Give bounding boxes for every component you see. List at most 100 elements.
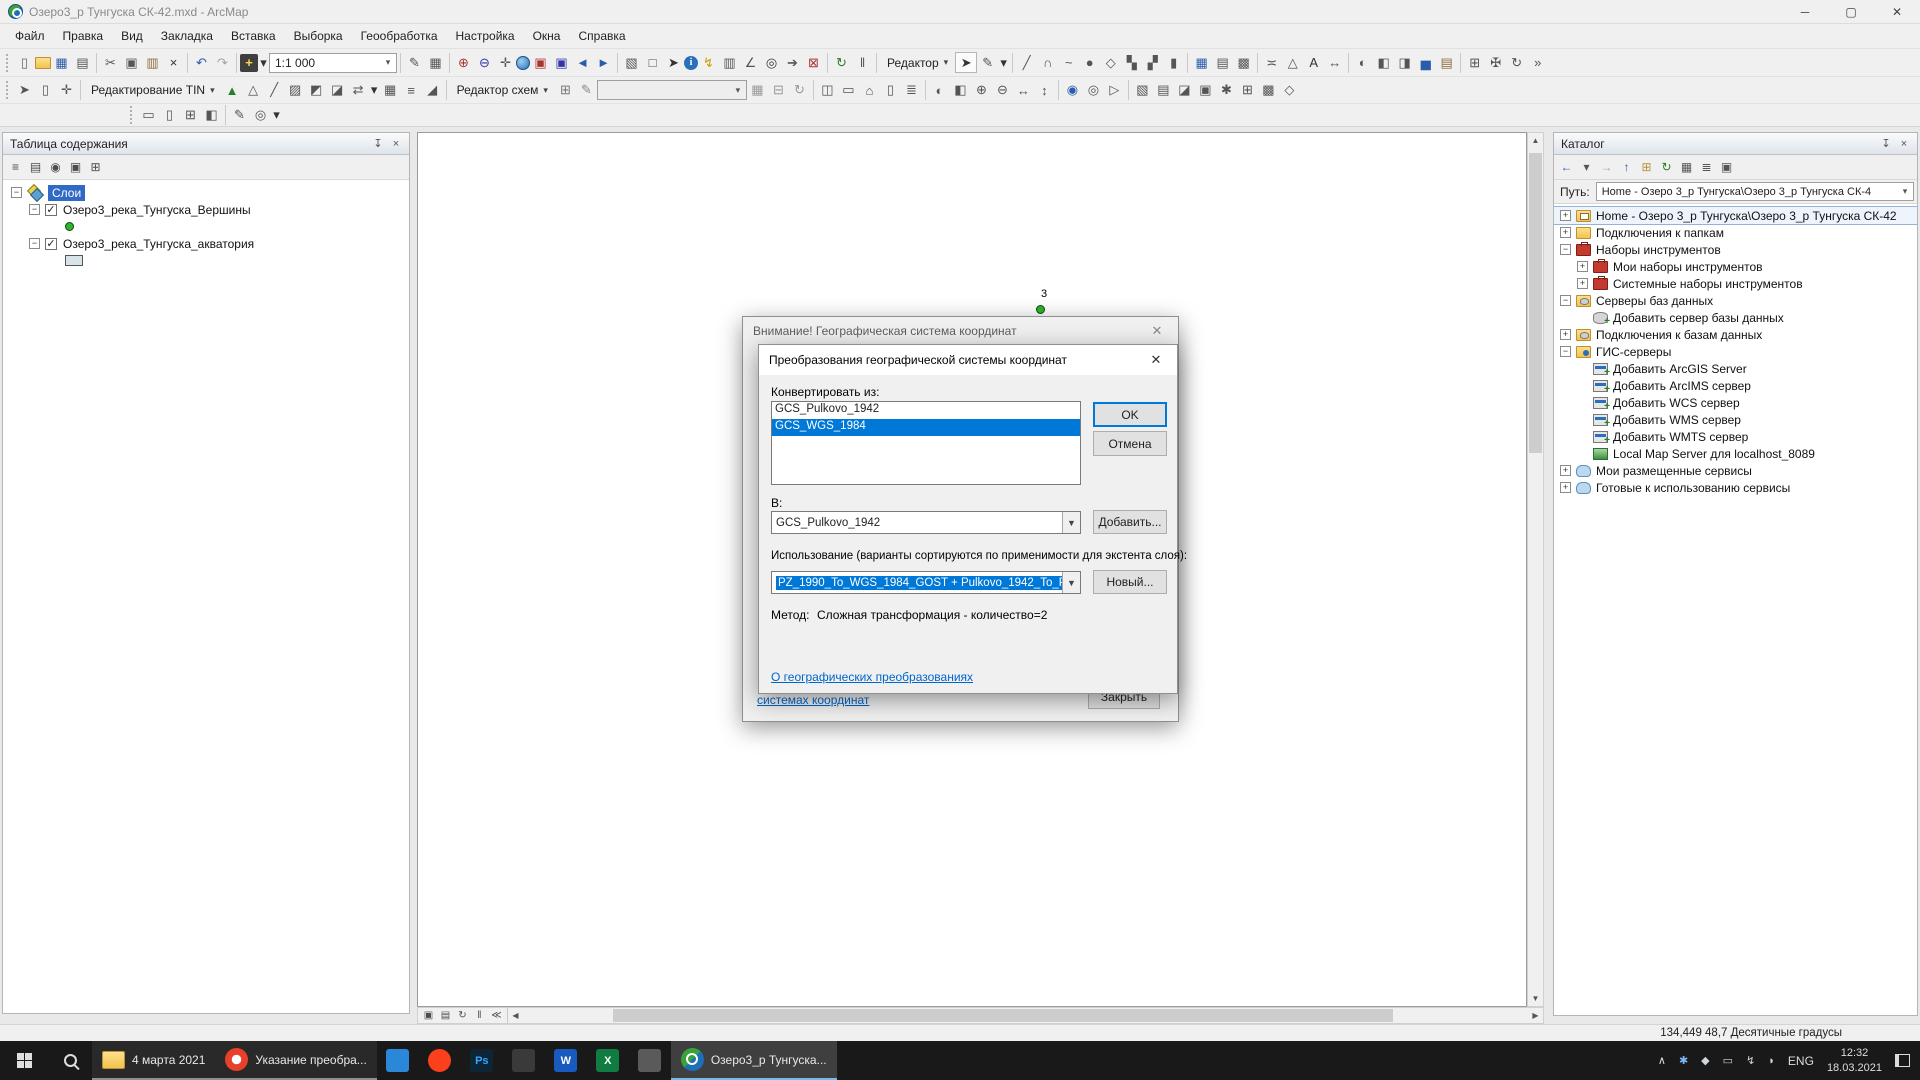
find-icon[interactable]: ◎ [761, 52, 782, 73]
pause-drawing-icon[interactable]: ‖ [852, 52, 873, 73]
split-tool-icon[interactable]: ▮ [1163, 52, 1184, 73]
fixed-zoom-out-icon[interactable]: ▣ [551, 52, 572, 73]
list-by-drawing-order-icon[interactable]: ≡ [6, 158, 25, 177]
vertical-scroll-thumb[interactable] [1529, 153, 1542, 453]
identify-icon[interactable]: i [684, 56, 698, 70]
tree-expander[interactable]: + [1560, 227, 1571, 238]
path-combo[interactable]: Home - Озеро 3_р Тунгуска\Озеро 3_р Тунг… [1596, 182, 1914, 201]
menu-вид[interactable]: Вид [112, 26, 152, 46]
reports-icon[interactable]: ▤ [1436, 52, 1457, 73]
network-analyst-1-icon[interactable]: ◉ [1062, 80, 1083, 101]
page-layout-5-icon[interactable]: ≣ [901, 80, 922, 101]
scroll-up-icon[interactable]: ▲ [1528, 133, 1543, 148]
tree-view-icon[interactable]: ≣ [1697, 158, 1716, 177]
tray-cloud[interactable]: ◆ [1701, 1054, 1709, 1067]
raster-tools-6-icon[interactable]: ↕ [1034, 80, 1055, 101]
catalog-tree-item[interactable]: +Подключения к базам данных [1554, 326, 1917, 343]
menu-вставка[interactable]: Вставка [222, 26, 285, 46]
zoom-out-icon[interactable]: ⊖ [474, 52, 495, 73]
close-icon[interactable]: ✕ [1135, 345, 1177, 375]
app-player[interactable] [503, 1041, 545, 1080]
taskbar-clock[interactable]: 12:32 18.03.2021 [1827, 1046, 1882, 1075]
network-analyst-2-icon[interactable]: ◎ [1083, 80, 1104, 101]
catalog-back-icon[interactable]: ← [1557, 158, 1576, 177]
close-icon[interactable]: ✕ [1136, 317, 1178, 345]
chevron-down-icon[interactable]: ▾ [730, 85, 746, 96]
add-data-dropdown-icon[interactable]: ▾ [258, 52, 269, 73]
sketch-dropdown-icon[interactable]: ▾ [998, 52, 1009, 73]
table-options-icon[interactable]: ▦ [425, 52, 446, 73]
overflow-more-icon[interactable]: » [1527, 52, 1548, 73]
add-button[interactable]: Добавить... [1093, 510, 1167, 534]
list-by-visibility-icon[interactable]: ◉ [46, 158, 65, 177]
scroll-down-icon[interactable]: ▼ [1528, 991, 1543, 1006]
tray-antivirus[interactable]: ✱ [1679, 1054, 1688, 1067]
search-button[interactable] [48, 1041, 92, 1080]
find-route-icon[interactable]: ➔ [782, 52, 803, 73]
edit-vertices-icon[interactable]: ◇ [1100, 52, 1121, 73]
connect-to-folder-icon[interactable]: ⊞ [1637, 158, 1656, 177]
tree-expander[interactable]: + [1577, 261, 1588, 272]
catalog-tree-item[interactable]: +Готовые к использованию сервисы [1554, 479, 1917, 496]
tray-volume[interactable]: ◗ [1768, 1055, 1775, 1067]
print-icon[interactable]: ▤ [72, 52, 93, 73]
toc-layer-row[interactable]: − ✓ Озеро3_река_Тунгуска_Вершины [3, 201, 409, 218]
arc-segment-icon[interactable]: ∩ [1037, 52, 1058, 73]
list-item-selected[interactable]: GCS_WGS_1984 [772, 419, 1080, 436]
paste-icon[interactable]: ▥ [142, 52, 163, 73]
flicker-icon[interactable]: ◨ [1394, 52, 1415, 73]
close-button[interactable]: ✕ [1874, 0, 1920, 23]
attributes-icon[interactable]: ▤ [1212, 52, 1233, 73]
language-indicator[interactable]: ENG [1788, 1054, 1814, 1068]
hyperlink-icon[interactable]: ↯ [698, 52, 719, 73]
minimize-button[interactable]: ─ [1782, 0, 1828, 23]
north-arrow-icon[interactable]: ✠ [1485, 52, 1506, 73]
tin-slope-icon[interactable]: ◢ [422, 80, 443, 101]
misc-tool-4-icon[interactable]: ▣ [1195, 80, 1216, 101]
tree-expander[interactable]: − [11, 187, 22, 198]
catalog-tree-item[interactable]: +Мои наборы инструментов [1554, 258, 1917, 275]
catalog-tree-item[interactable]: Local Map Server для localhost_8089 [1554, 445, 1917, 462]
app-notepad[interactable] [629, 1041, 671, 1080]
straight-segment-icon[interactable]: ╱ [1016, 52, 1037, 73]
list-item[interactable]: GCS_Pulkovo_1942 [772, 402, 1080, 419]
layer-checkbox[interactable]: ✓ [45, 238, 57, 250]
redo-icon[interactable]: ↷ [212, 52, 233, 73]
catalog-refresh-icon[interactable]: ↻ [1657, 158, 1676, 177]
app-word[interactable]: W [545, 1041, 587, 1080]
raster-tools-5-icon[interactable]: ↔ [1013, 80, 1034, 101]
app-mail[interactable] [377, 1041, 419, 1080]
toc-root-label[interactable]: Слои [48, 185, 85, 201]
raster-tools-2-icon[interactable]: ◧ [950, 80, 971, 101]
misc-tool-5-icon[interactable]: ✱ [1216, 80, 1237, 101]
to-combo[interactable]: GCS_Pulkovo_1942 ▼ [771, 511, 1081, 534]
tree-expander[interactable]: + [1577, 278, 1588, 289]
select-features-icon[interactable]: ▧ [621, 52, 642, 73]
polygon-symbol[interactable] [65, 255, 83, 266]
annotation-icon[interactable]: A [1303, 52, 1324, 73]
rotate-data-frame-icon[interactable]: ↻ [1506, 52, 1527, 73]
schematics-menu[interactable]: Редактор схем▾ [450, 80, 555, 101]
raster-tools-1-icon[interactable]: ◐ [929, 80, 950, 101]
frame-tool-3-icon[interactable]: ⊞ [180, 105, 201, 126]
horizontal-scrollbar[interactable] [523, 1008, 1528, 1023]
catalog-tree-item[interactable]: Добавить ArcGIS Server [1554, 360, 1917, 377]
html-popup-icon[interactable]: ▥ [719, 52, 740, 73]
catalog-tree-item[interactable]: Добавить WMS сервер [1554, 411, 1917, 428]
schematic-refresh-icon[interactable]: ↻ [789, 80, 810, 101]
menu-выборка[interactable]: Выборка [285, 26, 352, 46]
toc-options-icon[interactable]: ⊞ [86, 158, 105, 177]
file-explorer-window[interactable]: 4 марта 2021 [92, 1041, 215, 1080]
cut-icon[interactable]: ✂ [100, 52, 121, 73]
catalog-up-one-level-icon[interactable]: ↑ [1617, 158, 1636, 177]
chevron-down-icon[interactable]: ▼ [1062, 572, 1080, 593]
close-icon[interactable]: × [1895, 135, 1913, 153]
network-analyst-3-icon[interactable]: ▷ [1104, 80, 1125, 101]
menu-справка[interactable]: Справка [569, 26, 634, 46]
tree-expander[interactable]: − [29, 238, 40, 249]
measure-icon[interactable]: ∠ [740, 52, 761, 73]
action-center-icon[interactable] [1895, 1054, 1910, 1067]
point-symbol[interactable] [65, 222, 74, 231]
app-browser[interactable] [419, 1041, 461, 1080]
about-transformations-link[interactable]: О географических преобразованиях [771, 670, 973, 684]
